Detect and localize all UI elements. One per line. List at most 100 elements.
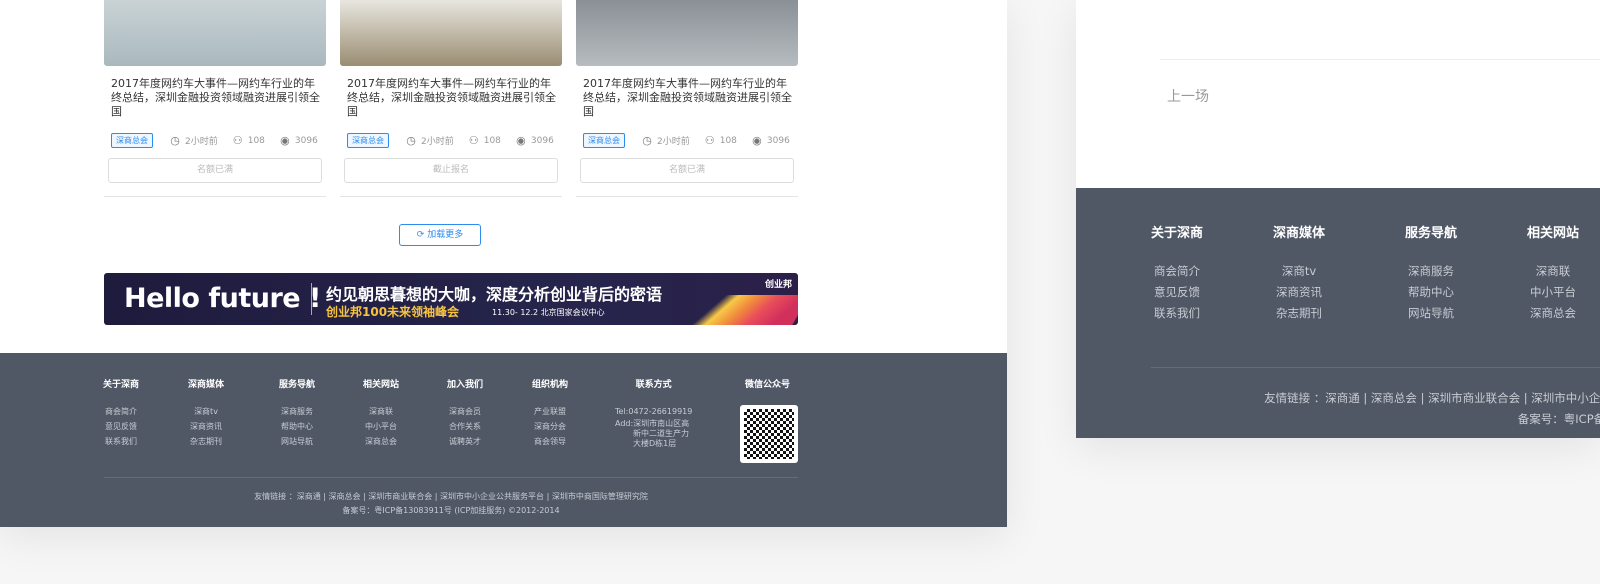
- eye-icon: ◉: [752, 133, 762, 147]
- footer-link[interactable]: 深商总会: [1527, 303, 1579, 324]
- event-image: [340, 0, 562, 66]
- wechat-title: 微信公众号: [745, 380, 791, 390]
- footer-link[interactable]: 深商总会: [363, 434, 399, 449]
- friend-links-text: 友情链接 ：深商通 | 深商总会 | 深圳市商业联合会 | 深圳市中小企业公共服…: [254, 492, 648, 501]
- event-time: 2小时前: [185, 137, 218, 147]
- people-icon: ⚇: [704, 133, 715, 147]
- footer-link[interactable]: 深商tv: [188, 404, 224, 419]
- view-count: 3096: [294, 135, 318, 146]
- banner-logo: 创业邦: [764, 280, 792, 290]
- event-image: [104, 0, 326, 66]
- footer-link[interactable]: 深商会员: [447, 404, 483, 419]
- people-icon: ⚇: [468, 133, 479, 147]
- clock-icon: ◷: [406, 133, 416, 147]
- event-image: [576, 0, 798, 66]
- footer-contact: 联系方式 Tel:0472-26619919 Add:深圳市南山区高 新中二道生…: [615, 377, 692, 449]
- event-time: 2小时前: [657, 137, 690, 147]
- footer-column: 深商媒体 深商tv 深商资讯 杂志期刊: [188, 377, 224, 449]
- footer-link[interactable]: 深商联: [1527, 261, 1579, 282]
- footer: 关于深商商会简介 意见反馈 联系我们 深商媒体 深商tv 深商资讯 杂志期刊 服务导航深商服务…: [0, 353, 1007, 527]
- divider: [1160, 59, 1600, 60]
- footer-link[interactable]: 网站导航: [1405, 303, 1457, 324]
- event-title[interactable]: 2017年度网约车大事件—网约车行业的年终总结，深圳金融投资领域融资进展引领全国: [583, 77, 795, 119]
- footer-link[interactable]: 深商服务: [279, 404, 315, 419]
- footer-link[interactable]: 意见反馈: [1151, 282, 1203, 303]
- friend-links[interactable]: 友情链接 ：深商通 | 深商总会 | 深圳市商业联合会 | 深圳市中小企业公共服…: [1264, 388, 1600, 430]
- signup-button[interactable]: 名额已满: [108, 158, 322, 183]
- organizer-tag: 深商总会: [111, 133, 153, 148]
- footer-link[interactable]: 中小平台: [363, 419, 399, 434]
- footer-column-title: 组织机构: [532, 380, 569, 390]
- footer-column: 服务导航深商服务 帮助中心 网站导航: [279, 377, 315, 449]
- organizer-tag: 深商总会: [583, 133, 625, 148]
- footer-link[interactable]: 诚聘英才: [447, 434, 483, 449]
- load-more-button[interactable]: ⟳ 加载更多: [399, 224, 481, 246]
- signup-button[interactable]: 截止报名: [344, 158, 558, 183]
- footer-column: 关于深商商会简介 意见反馈 联系我们: [1151, 222, 1203, 324]
- footer-link[interactable]: 商会领导: [532, 434, 568, 449]
- banner-hello: Hello future !: [124, 283, 321, 314]
- participant-count: 108: [247, 135, 265, 146]
- footer-link[interactable]: 中小平台: [1527, 282, 1579, 303]
- event-card[interactable]: 2017年度网约车大事件—网约车行业的年终总结，深圳金融投资领域融资进展引领全国…: [340, 0, 562, 197]
- page-preview-main: 2017年度网约车大事件—网约车行业的年终总结，深圳金融投资领域融资进展引领全国…: [0, 0, 1007, 527]
- footer-column-title: 加入我们: [447, 380, 484, 390]
- refresh-icon: ⟳: [416, 230, 425, 240]
- footer-link[interactable]: 网站导航: [279, 434, 315, 449]
- footer-link[interactable]: 联系我们: [1151, 303, 1203, 324]
- footer-link[interactable]: 合作关系: [447, 419, 483, 434]
- eye-icon: ◉: [280, 133, 290, 147]
- footer-link[interactable]: 产业联盟: [532, 404, 568, 419]
- signup-button[interactable]: 名额已满: [580, 158, 794, 183]
- footer-column-title: 关于深商: [1151, 226, 1204, 241]
- footer-column: 相关网站 深商联 中小平台 深商总会: [363, 377, 399, 449]
- participant-count: 108: [483, 135, 501, 146]
- friend-links[interactable]: 友情链接 ：深商通 | 深商总会 | 深圳市商业联合会 | 深圳市中小企业公共服…: [104, 490, 798, 518]
- view-count: 3096: [530, 135, 554, 146]
- footer-column: 相关网站深商联 中小平台 深商总会: [1527, 222, 1579, 324]
- participant-count: 108: [719, 135, 737, 146]
- event-card[interactable]: 2017年度网约车大事件—网约车行业的年终总结，深圳金融投资领域融资进展引领全国…: [576, 0, 798, 197]
- footer-column: 深商媒体 深商tv 深商资讯 杂志期刊: [1273, 222, 1325, 324]
- footer-link[interactable]: 深商tv: [1273, 261, 1325, 282]
- load-more-label: 加载更多: [427, 230, 464, 240]
- prev-event-link[interactable]: 上一场: [1167, 86, 1209, 106]
- event-title[interactable]: 2017年度网约车大事件—网约车行业的年终总结，深圳金融投资领域融资进展引领全国: [111, 77, 323, 119]
- people-icon: ⚇: [232, 133, 243, 147]
- ad-banner[interactable]: Hello future ! 约见朝思暮想的大咖，深度分析创业背后的密语 创业邦…: [104, 273, 798, 325]
- footer-column-title: 服务导航: [1405, 226, 1458, 241]
- organizer-tag: 深商总会: [347, 133, 389, 148]
- footer-link[interactable]: 帮助中心: [1405, 282, 1457, 303]
- banner-divider: [311, 283, 312, 315]
- event-title[interactable]: 2017年度网约车大事件—网约车行业的年终总结，深圳金融投资领域融资进展引领全国: [347, 77, 559, 119]
- footer-link[interactable]: 深商分会: [532, 419, 568, 434]
- contact-address: 大楼D栋1层: [633, 439, 677, 448]
- clock-icon: ◷: [170, 133, 180, 147]
- footer-link[interactable]: 深商联: [363, 404, 399, 419]
- footer-column-title: 相关网站: [1527, 226, 1580, 241]
- page-preview-zoomed: 上一场 关于深商商会简介 意见反馈 联系我们 深商媒体 深商tv 深商资讯 杂志期刊 服务导航…: [1076, 0, 1600, 438]
- footer-link[interactable]: 杂志期刊: [188, 434, 224, 449]
- footer-link[interactable]: 深商资讯: [1273, 282, 1325, 303]
- banner-event: 创业邦100未来领袖峰会: [326, 305, 460, 319]
- contact-address: Add:深圳市南山区高: [615, 419, 690, 428]
- friend-links-text: 友情链接 ：深商通 | 深商总会 | 深圳市商业联合会 | 深圳市中小企业公共服…: [1264, 391, 1600, 405]
- footer-link[interactable]: 杂志期刊: [1273, 303, 1325, 324]
- footer-column-title: 关于深商: [103, 380, 140, 390]
- footer-divider: [1151, 367, 1600, 368]
- footer-link[interactable]: 深商资讯: [188, 419, 224, 434]
- footer-link[interactable]: 帮助中心: [279, 419, 315, 434]
- banner-decoration: [676, 295, 798, 325]
- footer-zoomed: 关于深商商会简介 意见反馈 联系我们 深商媒体 深商tv 深商资讯 杂志期刊 服务导航深商服务…: [1076, 188, 1600, 438]
- footer-column: 服务导航深商服务 帮助中心 网站导航: [1405, 222, 1457, 324]
- footer-link[interactable]: 商会简介: [1151, 261, 1203, 282]
- event-card[interactable]: 2017年度网约车大事件—网约车行业的年终总结，深圳金融投资领域融资进展引领全国…: [104, 0, 326, 197]
- footer-link[interactable]: 联系我们: [103, 434, 139, 449]
- footer-link[interactable]: 深商服务: [1405, 261, 1457, 282]
- footer-link[interactable]: 商会简介: [103, 404, 139, 419]
- footer-link[interactable]: 意见反馈: [103, 419, 139, 434]
- contact-tel: Tel:0472-26619919: [615, 407, 693, 416]
- banner-date: 11.30- 12.2 北京国家会议中心: [492, 308, 605, 317]
- footer-column-title: 服务导航: [279, 380, 316, 390]
- footer-divider: [104, 477, 798, 478]
